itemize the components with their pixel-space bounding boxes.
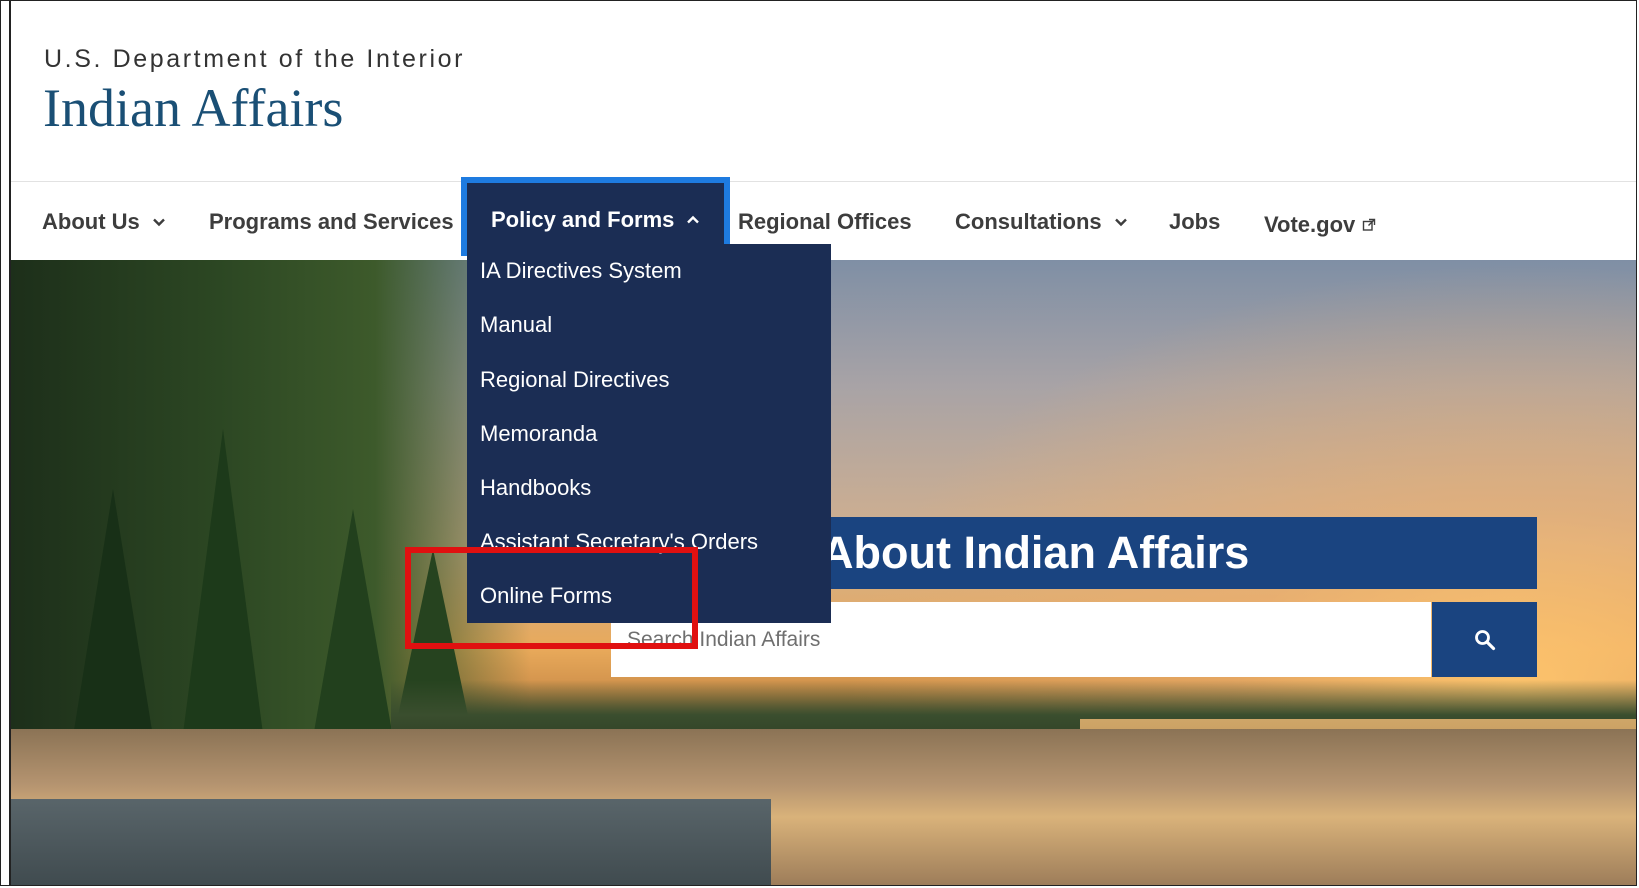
search-icon — [1474, 629, 1495, 650]
nav-item-jobs[interactable]: Jobs — [1169, 182, 1220, 261]
dropdown-item-assistant-secretarys-orders[interactable]: Assistant Secretary's Orders — [480, 529, 758, 555]
chevron-down-icon — [152, 218, 165, 226]
dropdown-item-handbooks[interactable]: Handbooks — [480, 475, 591, 501]
dropdown-item-ia-directives-system[interactable]: IA Directives System — [480, 258, 682, 284]
nav-item-label: Policy and Forms — [491, 206, 675, 232]
dropdown-item-online-forms[interactable]: Online Forms — [480, 583, 612, 609]
nav-item-about-us[interactable]: About Us — [42, 182, 166, 261]
left-border — [9, 1, 11, 885]
nav-item-consultations[interactable]: Consultations — [955, 182, 1128, 261]
dropdown-item-manual[interactable]: Manual — [480, 312, 552, 338]
browser-viewport: U.S. Department of the Interior Indian A… — [0, 0, 1637, 886]
dropdown-item-regional-directives[interactable]: Regional Directives — [480, 367, 670, 393]
nav-item-label: Regional Offices — [738, 208, 912, 234]
external-link-icon — [1363, 218, 1376, 231]
site-title-link[interactable]: Indian Affairs — [43, 77, 343, 139]
chevron-down-icon — [1114, 218, 1127, 226]
chevron-up-icon — [687, 215, 700, 223]
hero-title-banner: About Indian Affairs — [821, 517, 1537, 589]
nav-item-label: About Us — [42, 208, 140, 234]
tree-shape — [71, 489, 155, 749]
nav-item-programs-and-services[interactable]: Programs and Services — [209, 182, 454, 261]
nav-item-label: Vote.gov — [1264, 211, 1356, 237]
hero-title: About Indian Affairs — [821, 527, 1250, 578]
nav-item-vote-gov[interactable]: Vote.gov — [1264, 185, 1376, 264]
tree-shape — [311, 509, 395, 749]
dropdown-item-memoranda[interactable]: Memoranda — [480, 421, 597, 447]
agency-name: U.S. Department of the Interior — [44, 45, 466, 73]
tree-shape — [181, 429, 265, 749]
policy-and-forms-dropdown: IA Directives System Manual Regional Dir… — [467, 244, 831, 623]
hero-water — [11, 799, 771, 885]
search-button[interactable] — [1432, 602, 1537, 677]
nav-item-label: Jobs — [1169, 208, 1221, 234]
site-header: U.S. Department of the Interior Indian A… — [11, 1, 1636, 181]
nav-item-label: Programs and Services — [209, 208, 454, 234]
nav-item-label: Consultations — [955, 208, 1102, 234]
